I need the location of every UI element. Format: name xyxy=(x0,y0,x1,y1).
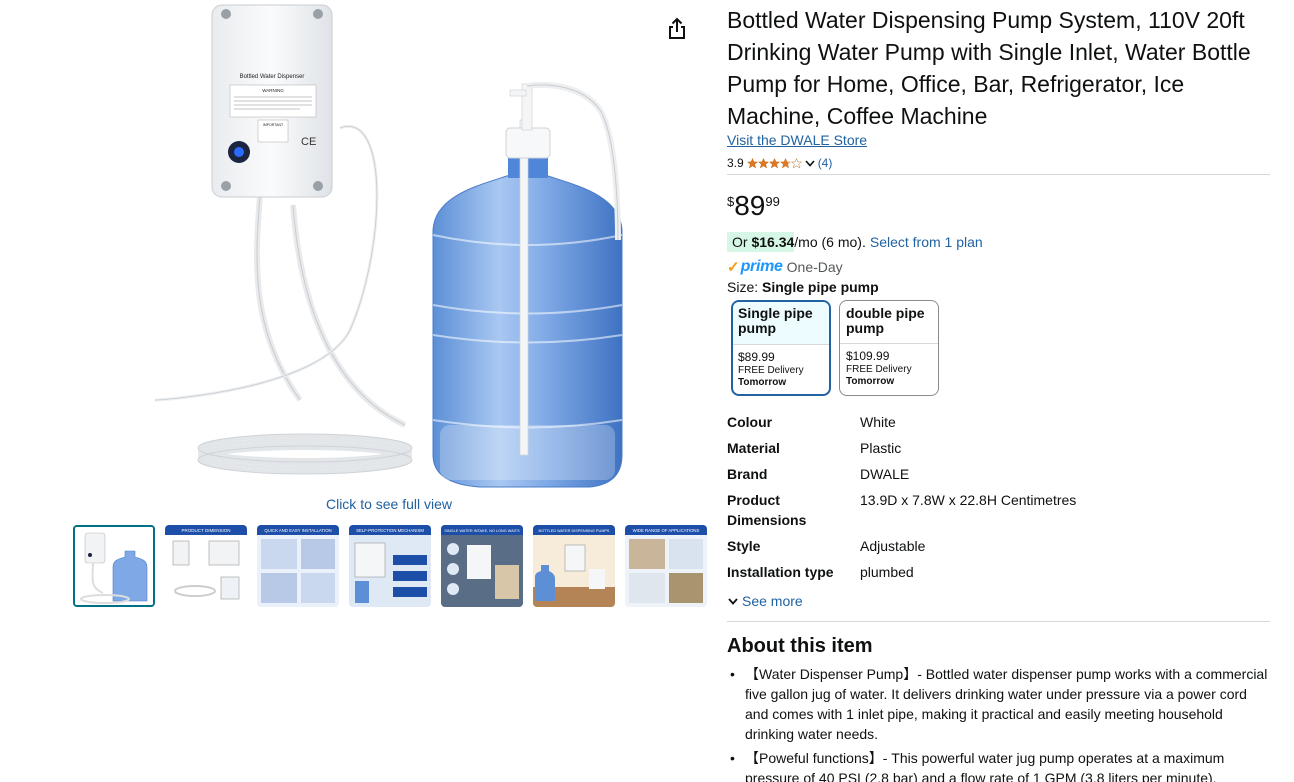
about-bullet: 【Poweful functions】- This powerful water… xyxy=(727,748,1272,782)
review-count-link[interactable]: (4) xyxy=(818,156,833,170)
chevron-down-icon xyxy=(728,598,738,605)
store-link[interactable]: Visit the DWALE Store xyxy=(727,132,867,148)
pump-important-label: IMPORTANT xyxy=(263,123,284,127)
share-icon[interactable] xyxy=(664,16,690,42)
size-selection-label: Size: Single pipe pump xyxy=(727,279,879,295)
size-label: Size: xyxy=(727,279,763,295)
full-view-link[interactable]: Click to see full view xyxy=(289,496,489,512)
thumbnail-4-label: SELF-PROTECTION MECHANISM xyxy=(356,528,424,533)
thumbnail-3-label: QUICK AND EASY INSTALLATION xyxy=(264,528,331,533)
thumbnail-4[interactable]: SELF-PROTECTION MECHANISM xyxy=(349,525,431,607)
spec-value: Plastic xyxy=(860,440,902,456)
star-icon xyxy=(746,157,758,168)
size-option-name: Single pipe pump xyxy=(733,302,829,344)
prime-word: prime xyxy=(740,258,783,275)
spec-key: Colour xyxy=(727,414,773,430)
rating-value: 3.9 xyxy=(727,156,744,170)
spec-key: Brand xyxy=(727,466,768,482)
monthly-amount: $16.34 xyxy=(751,234,795,250)
size-option-double-pipe[interactable]: double pipe pump $109.99 FREE Delivery T… xyxy=(839,300,939,396)
thumbnail-2[interactable]: PRODUCT DIMENSION xyxy=(165,525,247,607)
thumbnail-6-label: BOTTLED WATER DISPENSING PUMPS xyxy=(539,529,610,533)
rating-row: 3.9 (4) xyxy=(727,155,832,171)
star-half-icon xyxy=(779,157,791,168)
divider xyxy=(727,174,1270,175)
monthly-payment: Or $16.34/mo (6 mo). Select from 1 plan xyxy=(727,232,983,252)
prime-check-icon: ✓ xyxy=(727,259,740,276)
select-plan-link[interactable]: Select from 1 plan xyxy=(870,234,983,250)
price-symbol: $ xyxy=(727,194,735,209)
size-option-delivery: FREE Delivery xyxy=(738,365,804,376)
star-icon xyxy=(757,157,769,168)
size-option-delivery-day: Tomorrow xyxy=(846,376,895,387)
monthly-suffix: /mo (6 mo). xyxy=(794,234,866,250)
spec-value: plumbed xyxy=(860,564,914,580)
prime-logo: ✓ prime xyxy=(727,258,783,276)
divider xyxy=(727,621,1270,622)
pump-box-label: Bottled Water Dispenser xyxy=(240,74,305,80)
spec-value: DWALE xyxy=(860,466,910,482)
spec-key: Style xyxy=(727,538,761,554)
main-product-image[interactable]: Bottled Water Dispenser WARNING IMPORTAN… xyxy=(150,0,630,490)
thumbnail-5[interactable]: SINGLE WATER INTAKE, NO LONG WAITS xyxy=(441,525,523,607)
spec-key: Product Dimensions xyxy=(727,492,807,528)
star-icon xyxy=(768,157,780,168)
spec-value: Adjustable xyxy=(860,538,926,554)
prime-delivery-speed: One-Day xyxy=(786,259,843,275)
thumbnail-6[interactable]: BOTTLED WATER DISPENSING PUMPS xyxy=(533,525,615,607)
spec-value: 13.9D x 7.8W x 22.8H Centimetres xyxy=(860,492,1077,508)
price-fraction: 99 xyxy=(765,194,780,209)
thumbnail-1[interactable] xyxy=(73,525,155,607)
thumbnail-2-label: PRODUCT DIMENSION xyxy=(182,528,231,533)
see-more-label: See more xyxy=(742,593,803,609)
about-bullet: 【Water Dispenser Pump】- Bottled water di… xyxy=(727,664,1272,744)
price-whole: 89 xyxy=(734,190,766,221)
chevron-down-icon[interactable] xyxy=(804,157,816,169)
thumbnail-7-label: WIDE RANGE OF APPLICATIONS xyxy=(633,528,700,533)
monthly-prefix: Or xyxy=(732,234,752,250)
size-option-delivery: FREE Delivery xyxy=(846,364,912,375)
monthly-payment-pill: Or $16.34 xyxy=(727,232,795,252)
pump-ce-mark: CE xyxy=(301,136,316,148)
about-title: About this item xyxy=(727,635,873,657)
about-bullets: 【Water Dispenser Pump】- Bottled water di… xyxy=(727,664,1272,782)
product-title: Bottled Water Dispensing Pump System, 11… xyxy=(727,7,1251,129)
spec-key: Material xyxy=(727,440,780,456)
star-empty-icon xyxy=(790,157,802,168)
thumbnail-7[interactable]: WIDE RANGE OF APPLICATIONS xyxy=(625,525,707,607)
spec-key: Installation type xyxy=(727,564,834,580)
prime-delivery: ✓ prime One-Day xyxy=(727,258,843,276)
thumbnail-3[interactable]: QUICK AND EASY INSTALLATION xyxy=(257,525,339,607)
star-rating[interactable] xyxy=(746,157,802,169)
see-more-link[interactable]: See more xyxy=(727,593,803,609)
size-option-name: double pipe pump xyxy=(846,305,925,336)
pump-warning-label: WARNING xyxy=(262,88,284,93)
thumbnail-5-label: SINGLE WATER INTAKE, NO LONG WAITS xyxy=(444,529,520,533)
price: $ 89 99 xyxy=(727,190,780,222)
size-option-single-pipe[interactable]: Single pipe pump $89.99 FREE Delivery To… xyxy=(731,300,831,396)
size-selected-value: Single pipe pump xyxy=(762,279,879,295)
spec-value: White xyxy=(860,414,896,430)
size-option-price: $109.99 xyxy=(846,349,890,363)
size-option-delivery-day: Tomorrow xyxy=(738,377,787,388)
size-option-price: $89.99 xyxy=(738,350,775,364)
